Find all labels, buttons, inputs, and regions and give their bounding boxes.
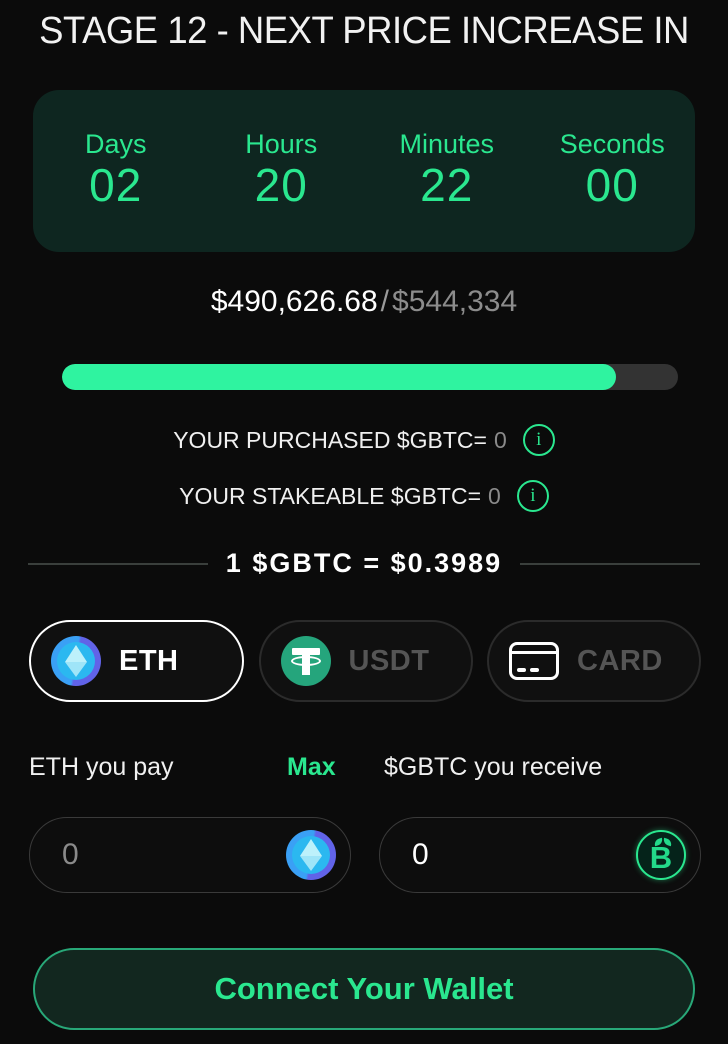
presale-widget: STAGE 12 - NEXT PRICE INCREASE IN Days 0…	[0, 0, 728, 1044]
swap-inputs: B	[29, 817, 701, 893]
raised-separator: /	[380, 285, 390, 318]
raised-goal: $544,334	[392, 285, 518, 318]
receive-input[interactable]	[412, 838, 636, 872]
pay-input-wrapper[interactable]	[29, 817, 351, 893]
balance-row-purchased: YOUR PURCHASED $GBTC= 0 i	[0, 424, 728, 456]
tab-usdt-label: USDT	[348, 644, 430, 677]
credit-card-icon	[509, 642, 559, 680]
receive-label: $GBTC you receive	[384, 753, 603, 781]
tab-usdt[interactable]: USDT	[258, 620, 473, 702]
progress-bar	[62, 364, 678, 390]
countdown-value-hours: 20	[254, 159, 308, 212]
tab-eth[interactable]: ETH	[29, 620, 244, 702]
bitcoin-b-glyph: B	[649, 839, 673, 875]
balance-value-stakeable: 0	[488, 482, 501, 509]
raised-amount: $490,626.68/$544,334	[0, 287, 728, 317]
max-button[interactable]: Max	[287, 753, 336, 782]
tab-card-label: CARD	[577, 644, 663, 677]
countdown-label-seconds: Seconds	[559, 128, 665, 159]
ethereum-coin-icon	[51, 636, 101, 686]
countdown-unit-seconds: Seconds 00	[530, 128, 696, 213]
countdown-label-hours: Hours	[245, 128, 318, 159]
token-rate-text: 1 $GBTC = $0.3989	[225, 548, 503, 578]
token-rate: 1 $GBTC = $0.3989	[28, 548, 700, 579]
raised-current: $490,626.68	[210, 285, 378, 318]
gbtc-coin-icon: B	[636, 830, 686, 880]
payment-method-tabs: ETH USDT CARD	[29, 620, 701, 702]
countdown-timer: Days 02 Hours 20 Minutes 22 Seconds 00	[33, 90, 695, 252]
divider-left	[28, 562, 208, 565]
countdown-unit-minutes: Minutes 22	[364, 128, 530, 213]
countdown-label-days: Days	[84, 128, 147, 159]
receive-input-wrapper[interactable]: B	[379, 817, 701, 893]
tab-eth-label: ETH	[119, 644, 179, 677]
page-title: STAGE 12 - NEXT PRICE INCREASE IN	[39, 10, 689, 52]
pay-input[interactable]	[62, 838, 286, 872]
countdown-label-minutes: Minutes	[399, 128, 495, 159]
connect-wallet-button[interactable]: Connect Your Wallet	[33, 948, 695, 1030]
countdown-value-days: 02	[89, 159, 143, 212]
balance-row-stakeable: YOUR STAKEABLE $GBTC= 0 i	[0, 480, 728, 512]
swap-labels: ETH you pay Max $GBTC you receive	[29, 753, 701, 789]
tether-coin-icon	[280, 636, 331, 686]
balance-label-purchased: YOUR PURCHASED $GBTC=	[173, 426, 487, 453]
ethereum-coin-icon	[286, 830, 336, 880]
tab-card[interactable]: CARD	[487, 620, 701, 702]
info-icon[interactable]: i	[516, 480, 549, 512]
countdown-unit-hours: Hours 20	[199, 128, 365, 213]
divider-right	[520, 562, 700, 565]
progress-bar-fill	[62, 364, 617, 390]
countdown-value-seconds: 00	[585, 159, 639, 212]
pay-label: ETH you pay	[29, 753, 174, 781]
balance-value-purchased: 0	[493, 426, 507, 453]
countdown-unit-days: Days 02	[33, 128, 199, 213]
countdown-value-minutes: 22	[420, 159, 474, 212]
balance-label-stakeable: YOUR STAKEABLE $GBTC=	[179, 482, 482, 509]
info-icon[interactable]: i	[522, 424, 555, 456]
